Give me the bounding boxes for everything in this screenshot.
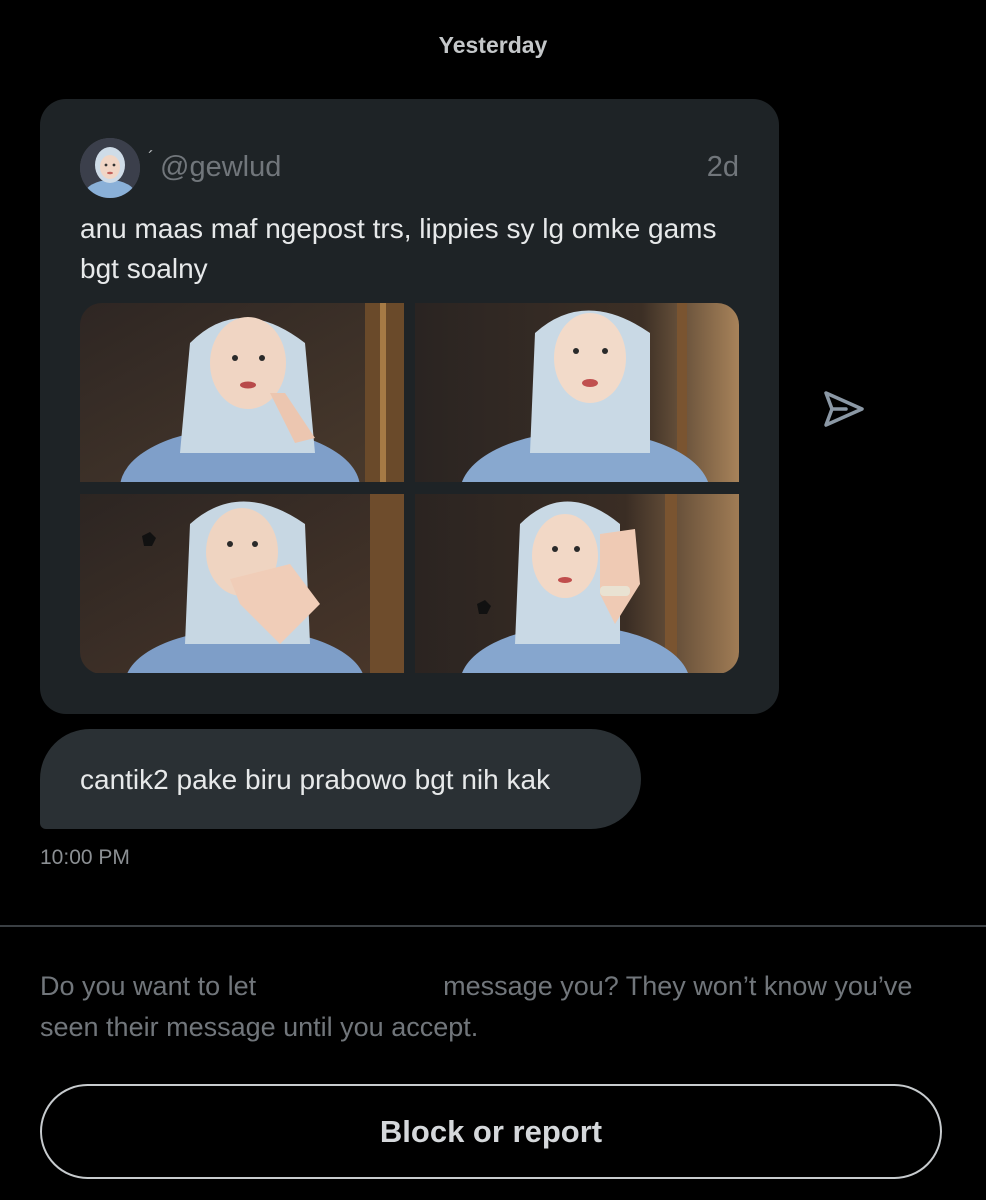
message-timestamp: 10:00 PM [40,846,130,869]
user-avatar[interactable] [80,138,140,198]
post-photo-3[interactable] [80,494,404,673]
message-request-prompt: Do you want to let message you? They won… [40,966,920,1048]
message-text: cantik2 pake biru prabowo bgt nih kak [80,764,551,795]
prompt-text-start: Do you want to let [40,971,257,1001]
post-text: anu maas maf ngepost trs, lippies sy lg … [80,213,717,284]
post-photo-2[interactable] [415,303,739,482]
shared-post-card[interactable]: ´ @gewlud 2d anu maas maf ngepost trs, l… [40,99,779,714]
redacted-username [264,994,436,995]
send-icon [824,391,864,427]
post-photo-1[interactable] [80,303,404,482]
post-timestamp: 2d [706,151,739,183]
verified-mark: ´ [148,148,154,168]
date-separator: Yesterday [438,32,548,58]
post-handle[interactable]: @gewlud [160,151,281,184]
message-bubble[interactable]: cantik2 pake biru prabowo bgt nih kak [40,729,641,829]
post-photo-4[interactable] [415,494,739,673]
photo-grid [80,303,739,674]
block-or-report-button[interactable]: Block or report [40,1084,942,1179]
divider [0,925,986,927]
share-post-button[interactable] [818,383,870,435]
